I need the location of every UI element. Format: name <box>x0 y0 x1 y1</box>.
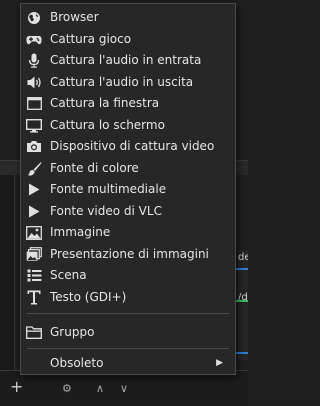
menu-item-deprecated[interactable]: Obsoleto ▶ <box>21 353 235 374</box>
text-icon <box>26 290 42 306</box>
menu-item-scene[interactable]: Scena <box>21 265 235 286</box>
list-icon <box>26 268 42 284</box>
menu-item-label: Presentazione di immagini <box>50 247 209 261</box>
menu-separator <box>27 348 229 349</box>
panel-right-strip <box>238 250 248 360</box>
sources-toolbar: + ⚙ ∧ ∨ <box>0 370 248 406</box>
camera-icon <box>26 139 42 155</box>
menu-item-label: Dispositivo di cattura video <box>50 139 215 153</box>
menu-item-label: Cattura gioco <box>50 32 132 46</box>
window-icon <box>26 96 42 112</box>
background-text: de <box>238 252 248 263</box>
menu-item-browser[interactable]: Browser <box>21 7 235 28</box>
menu-item-icon-placeholder <box>26 356 42 372</box>
menu-item-label: Gruppo <box>50 325 95 339</box>
audio-meter-blue <box>236 352 248 354</box>
slideshow-icon <box>26 247 42 263</box>
image-icon <box>26 225 42 241</box>
menu-item-audio-input-capture[interactable]: Cattura l'audio in entrata <box>21 50 235 71</box>
menu-item-label: Obsoleto <box>50 356 104 370</box>
add-source-menu: Browser Cattura gioco Cattura l'audio in… <box>20 3 236 375</box>
menu-item-display-capture[interactable]: Cattura lo schermo <box>21 115 235 136</box>
move-down-button[interactable]: ∨ <box>120 379 128 399</box>
menu-item-image-slideshow[interactable]: Presentazione di immagini <box>21 244 235 265</box>
add-source-button[interactable]: + <box>10 377 23 397</box>
menu-item-audio-output-capture[interactable]: Cattura l'audio in uscita <box>21 72 235 93</box>
menu-item-label: Cattura l'audio in entrata <box>50 53 202 67</box>
submenu-arrow-icon: ▶ <box>216 358 223 368</box>
audio-meter-green <box>236 300 248 302</box>
paintbrush-icon <box>26 161 42 177</box>
menu-item-label: Cattura la finestra <box>50 96 160 110</box>
audio-meter-blue <box>236 268 248 270</box>
microphone-icon <box>26 53 42 69</box>
menu-item-label: Scena <box>50 268 87 282</box>
menu-item-label: Cattura lo schermo <box>50 118 165 132</box>
menu-item-text-gdi[interactable]: Testo (GDI+) <box>21 287 235 308</box>
menu-item-label: Cattura l'audio in uscita <box>50 75 194 89</box>
play-icon <box>26 182 42 198</box>
menu-item-video-capture-device[interactable]: Dispositivo di cattura video <box>21 136 235 157</box>
menu-item-label: Testo (GDI+) <box>50 290 127 304</box>
menu-separator <box>27 313 229 314</box>
menu-item-label: Fonte video di VLC <box>50 204 162 218</box>
menu-item-vlc-video-source[interactable]: Fonte video di VLC <box>21 201 235 222</box>
settings-button[interactable]: ⚙ <box>62 379 72 399</box>
menu-item-group[interactable]: Gruppo <box>21 322 235 343</box>
menu-item-label: Fonte multimediale <box>50 182 167 196</box>
folder-icon <box>26 325 42 341</box>
menu-item-window-capture[interactable]: Cattura la finestra <box>21 93 235 114</box>
menu-item-label: Browser <box>50 10 99 24</box>
play-icon <box>26 204 42 220</box>
menu-item-media-source[interactable]: Fonte multimediale <box>21 179 235 200</box>
speaker-icon <box>26 75 42 91</box>
globe-icon <box>26 10 42 26</box>
menu-item-game-capture[interactable]: Cattura gioco <box>21 29 235 50</box>
menu-item-image[interactable]: Immagine <box>21 222 235 243</box>
gamepad-icon <box>26 32 42 48</box>
menu-item-label: Fonte di colore <box>50 161 139 175</box>
monitor-icon <box>26 118 42 134</box>
move-up-button[interactable]: ∧ <box>96 379 104 399</box>
menu-item-label: Immagine <box>50 225 111 239</box>
menu-item-color-source[interactable]: Fonte di colore <box>21 158 235 179</box>
